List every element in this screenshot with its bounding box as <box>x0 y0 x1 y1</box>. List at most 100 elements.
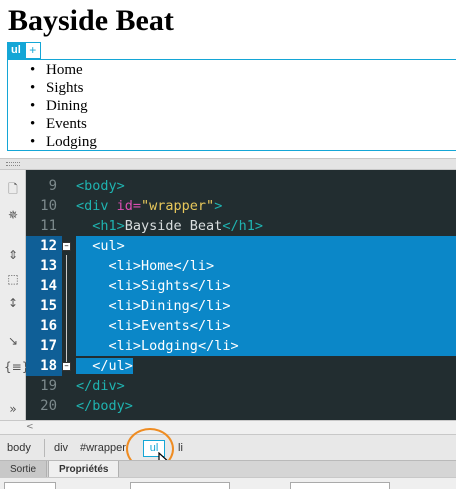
crumb-id[interactable]: #wrapper <box>80 440 126 456</box>
code-line[interactable]: <li>Lodging</li> <box>76 336 456 356</box>
property-field[interactable] <box>290 482 390 489</box>
line-number: 15 <box>26 296 62 316</box>
list-item[interactable]: Sights <box>30 79 97 97</box>
code-token: <li> <box>108 298 142 314</box>
line-number: 17 <box>26 336 62 356</box>
crumb-li[interactable]: li <box>178 440 183 456</box>
code-token: Dining <box>141 298 190 314</box>
code-token: Sights <box>141 278 190 294</box>
code-line[interactable]: <h1>Bayside Beat</h1> <box>76 216 456 236</box>
code-token: Events <box>141 318 190 334</box>
code-token: <body> <box>76 178 125 194</box>
code-token: </body> <box>76 398 133 414</box>
element-display: ul + <box>7 42 41 59</box>
line-number: 16 <box>26 316 62 336</box>
element-tag-label[interactable]: ul <box>7 42 25 59</box>
tag-selector: body div #wrapper ul li <box>0 434 456 460</box>
code-token: Bayside Beat <box>124 218 223 234</box>
code-line[interactable]: <li>Sights</li> <box>76 276 456 296</box>
line-number: 9 <box>48 178 57 194</box>
list-item[interactable]: Lodging <box>30 133 97 151</box>
property-field[interactable] <box>4 482 56 489</box>
coding-toolbar: 🗋 ✵ ⇕ ⬚ ↕ ↘ {≡} » <box>0 170 29 420</box>
code-line[interactable]: <div id="wrapper"> <box>76 196 456 216</box>
balance-braces-icon[interactable]: ↕ <box>4 294 22 312</box>
code-token: <div <box>76 198 117 214</box>
code-token: <li> <box>108 318 142 334</box>
properties-panel <box>0 477 456 489</box>
list-item[interactable]: Dining <box>30 97 97 115</box>
code-line[interactable]: <body> <box>76 176 456 196</box>
add-class-button[interactable]: + <box>24 42 41 59</box>
line-number: 18 <box>26 356 62 376</box>
code-editor[interactable]: <body> <div id="wrapper"> <h1>Bayside Bea… <box>76 176 456 416</box>
code-token: Home <box>141 258 174 274</box>
panel-tabs: Sortie Propriétés <box>0 460 456 478</box>
code-line[interactable]: </ul> <box>76 356 456 376</box>
crumb-div[interactable]: div <box>54 440 68 456</box>
code-line[interactable]: </body> <box>76 396 456 416</box>
expand-all-icon[interactable]: ⇕ <box>4 246 22 264</box>
line-number-gutter[interactable]: 9 10 11 12 13 14 15 16 17 18 19 20 <box>26 176 62 416</box>
live-view[interactable]: Bayside Beat ul + Home Sights Dining Eve… <box>0 0 456 158</box>
code-token: > <box>214 198 223 214</box>
code-view[interactable]: 🗋 ✵ ⇕ ⬚ ↕ ↘ {≡} » 9 10 11 12 13 14 15 16… <box>0 170 456 420</box>
property-field[interactable] <box>130 482 230 489</box>
line-number: 12 <box>26 236 62 256</box>
code-token: <li> <box>108 338 142 354</box>
code-token: </li> <box>197 338 239 354</box>
line-number: 11 <box>40 218 57 234</box>
crumb-body[interactable]: body <box>7 440 31 456</box>
collapse-fold-icon[interactable]: – <box>62 242 71 251</box>
open-documents-icon[interactable]: 🗋 <box>4 180 22 198</box>
code-token: <li> <box>108 258 142 274</box>
line-number: 14 <box>26 276 62 296</box>
code-token: <li> <box>108 278 142 294</box>
select-parent-icon[interactable]: ⬚ <box>4 270 22 288</box>
code-line[interactable]: <ul> <box>76 236 456 256</box>
code-token: </h1> <box>222 218 263 234</box>
collapse-fold-icon[interactable]: – <box>62 362 71 371</box>
collapse-icon[interactable]: ✵ <box>4 206 22 224</box>
apply-comment-icon[interactable]: ↘ <box>4 332 22 350</box>
line-number: 10 <box>40 198 57 214</box>
splitter-grip-icon[interactable] <box>6 162 20 166</box>
code-token: "wrapper" <box>141 198 215 214</box>
code-token: </li> <box>173 258 215 274</box>
format-icon[interactable]: {≡} <box>4 358 29 376</box>
code-token: </li> <box>189 298 231 314</box>
code-token: Lodging <box>141 338 198 354</box>
code-token: </li> <box>189 278 231 294</box>
tab-properties[interactable]: Propriétés <box>48 461 120 478</box>
split-view-divider[interactable] <box>0 158 456 170</box>
code-line[interactable]: <li>Dining</li> <box>76 296 456 316</box>
nav-list: Home Sights Dining Events Lodging <box>30 61 97 151</box>
list-item[interactable]: Home <box>30 61 97 79</box>
horizontal-scrollbar[interactable]: < <box>0 420 456 434</box>
code-token: </div> <box>76 378 125 394</box>
code-line[interactable]: </div> <box>76 376 456 396</box>
code-token: id= <box>116 198 142 214</box>
code-token: <h1> <box>92 218 125 234</box>
fold-guide <box>66 255 67 363</box>
line-number: 19 <box>40 378 57 394</box>
crumb-separator <box>44 439 45 457</box>
code-line[interactable]: <li>Events</li> <box>76 316 456 336</box>
code-line[interactable]: <li>Home</li> <box>76 256 456 276</box>
code-token: </ul> <box>92 358 133 374</box>
more-icon[interactable]: » <box>4 400 22 418</box>
scroll-left-icon[interactable]: < <box>26 422 36 433</box>
page-heading[interactable]: Bayside Beat <box>8 4 174 38</box>
tab-output[interactable]: Sortie <box>0 461 48 478</box>
code-token: <ul> <box>92 238 125 254</box>
list-item[interactable]: Events <box>30 115 97 133</box>
line-number: 13 <box>26 256 62 276</box>
